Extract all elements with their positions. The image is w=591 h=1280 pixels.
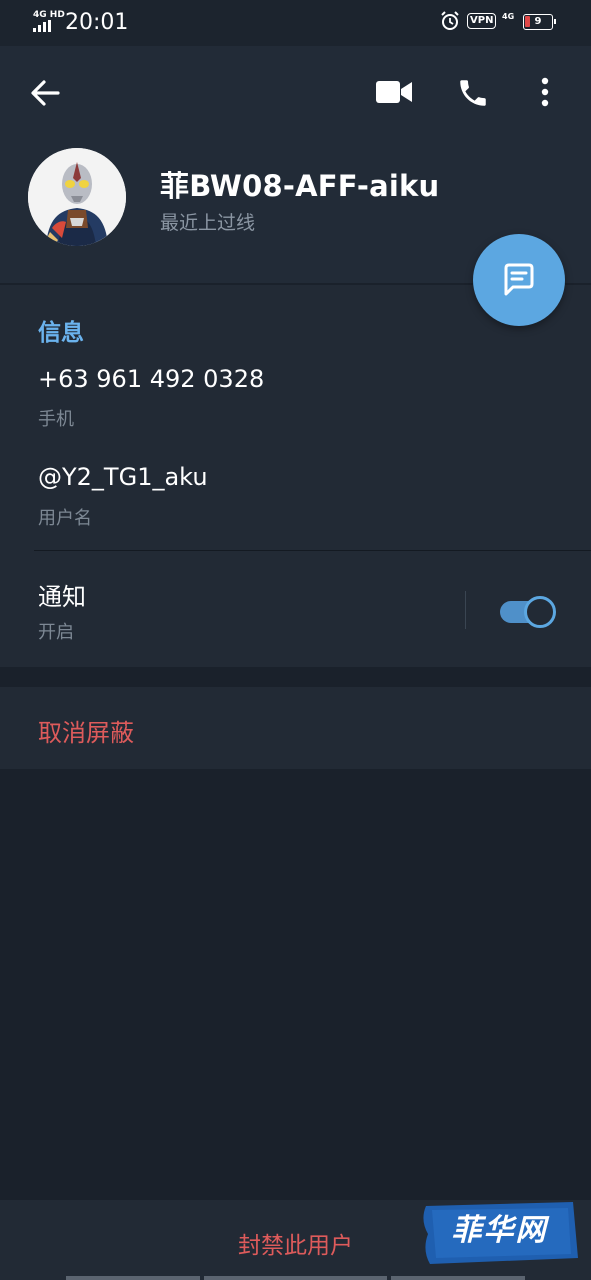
- notifications-status: 开启: [38, 622, 74, 643]
- username[interactable]: @Y2_TG1_aku: [38, 463, 208, 491]
- avatar[interactable]: [28, 148, 126, 246]
- more-options-icon[interactable]: [540, 77, 550, 107]
- nav-indicator: [391, 1276, 525, 1280]
- battery-level: 9: [534, 16, 542, 27]
- divider: [34, 550, 591, 551]
- phone-number[interactable]: +63 961 492 0328: [38, 365, 264, 393]
- notifications-row[interactable]: 通知: [38, 577, 86, 612]
- network-indicator: 4G HD: [33, 10, 65, 20]
- unblock-button[interactable]: 取消屏蔽: [38, 713, 134, 748]
- contact-name: 菲BW08-AFF-aiku: [160, 169, 440, 203]
- avatar-image: [28, 148, 126, 246]
- video-call-icon[interactable]: [375, 79, 413, 105]
- vpn-badge: VPN: [467, 13, 497, 29]
- username-label: 用户名: [38, 508, 92, 529]
- watermark-logo: 菲华网: [418, 1200, 581, 1266]
- signal-icon: [33, 20, 51, 32]
- last-seen-status: 最近上过线: [160, 212, 256, 234]
- alarm-icon: [441, 11, 459, 30]
- battery-icon: 9: [523, 14, 556, 30]
- notifications-toggle[interactable]: [500, 596, 556, 628]
- network-indicator-2: 4G: [502, 12, 515, 21]
- watermark-text: 菲华网: [451, 1213, 548, 1248]
- send-message-button[interactable]: [473, 234, 565, 326]
- status-bar: 4G HD 20:01 VPN 4G 9: [0, 0, 591, 46]
- clock: 20:01: [65, 10, 129, 35]
- nav-indicator: [204, 1276, 387, 1280]
- info-section: 信息 +63 961 492 0328 手机 @Y2_TG1_aku 用户名 通…: [0, 285, 591, 667]
- phone-number-label: 手机: [38, 409, 74, 430]
- back-arrow-icon[interactable]: [30, 79, 60, 107]
- vertical-divider: [465, 591, 466, 629]
- message-icon: [504, 263, 534, 296]
- nav-indicator: [66, 1276, 200, 1280]
- info-section-title: 信息: [38, 320, 84, 346]
- phone-call-icon[interactable]: [456, 76, 490, 110]
- unblock-section: 取消屏蔽: [0, 687, 591, 769]
